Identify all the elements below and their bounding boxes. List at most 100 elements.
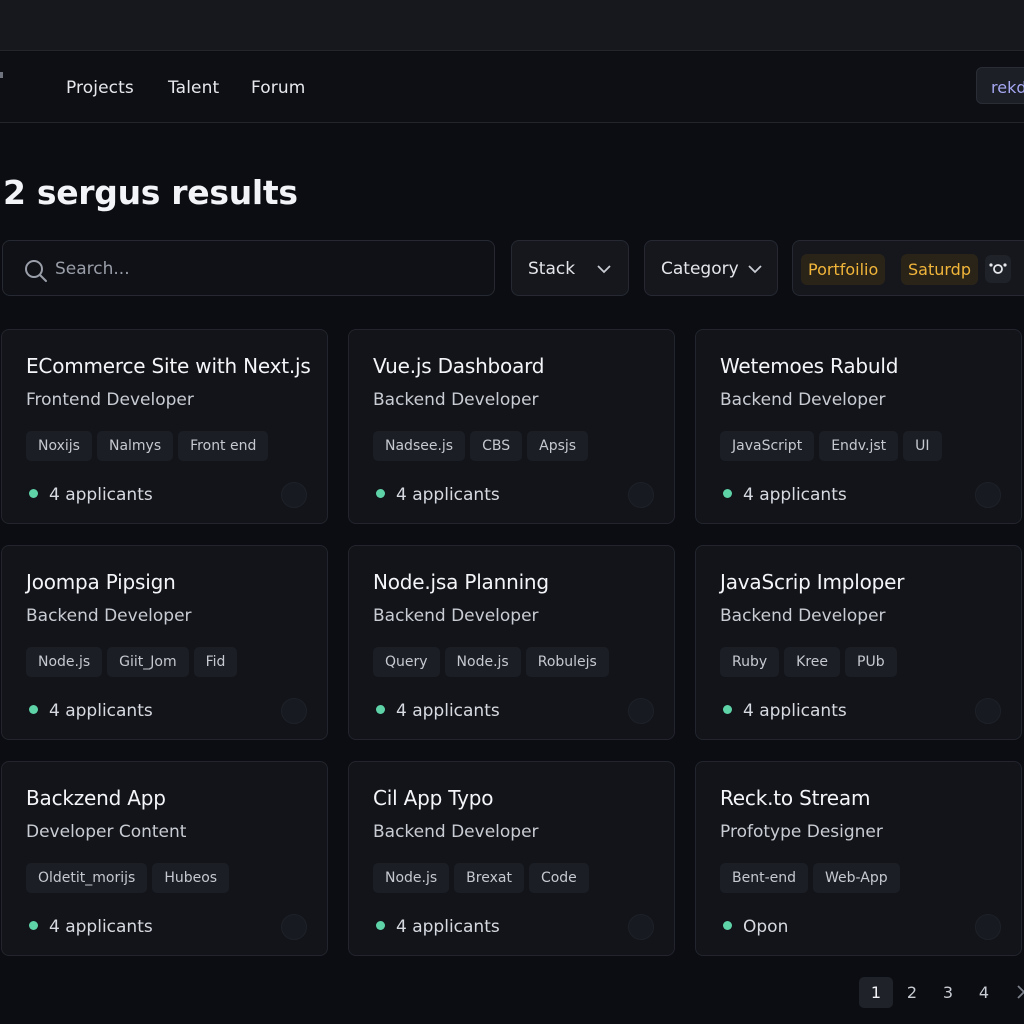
card-title: ECommerce Site with Next.js (26, 354, 311, 378)
card-tags: Bent-end Web-App (720, 863, 900, 893)
status-dot (723, 705, 732, 714)
status-dot (723, 489, 732, 498)
card-title: Cil App Typo (373, 786, 494, 810)
tag[interactable]: Robulejs (525, 647, 609, 677)
tag[interactable]: Apsjs (527, 431, 589, 461)
page-4-button[interactable]: 4 (967, 977, 1001, 1008)
project-card[interactable]: JavaScrip Imploper Backend Developer Rub… (695, 545, 1022, 740)
results-title: 2 sergus results (3, 173, 298, 212)
project-card[interactable]: Joompa Pipsign Backend Developer Node.js… (1, 545, 328, 740)
status-dot (376, 921, 385, 930)
tag[interactable]: Fid (193, 647, 238, 677)
card-tags: Nadsee.js CBS Apsjs (373, 431, 589, 461)
tag[interactable]: UI (903, 431, 942, 461)
page-3-button[interactable]: 3 (931, 977, 965, 1008)
applicants-count: 4 applicants (396, 917, 500, 937)
card-action-button[interactable] (628, 482, 654, 508)
search-icon (25, 260, 47, 282)
card-role: Backend Developer (373, 822, 539, 842)
tag[interactable]: Node.js (26, 647, 103, 677)
project-card[interactable]: Cil App Typo Backend Developer Node.js B… (348, 761, 675, 956)
card-title: Joompa Pipsign (26, 570, 176, 594)
status-dot (376, 705, 385, 714)
card-action-button[interactable] (281, 698, 307, 724)
status-dot (723, 921, 732, 930)
tag[interactable]: PUb (845, 647, 897, 677)
card-action-button[interactable] (281, 914, 307, 940)
card-title: Reck.to Stream (720, 786, 871, 810)
project-card[interactable]: Reck.to Stream Profotype Designer Bent-e… (695, 761, 1022, 956)
filter-pill-portfolio[interactable]: Portfoilio (801, 254, 886, 285)
card-tags: Node.js Brexat Code (373, 863, 589, 893)
card-action-button[interactable] (628, 698, 654, 724)
card-title: Wetemoes Rabuld (720, 354, 899, 378)
card-action-button[interactable] (628, 914, 654, 940)
card-title: Vue.js Dashboard (373, 354, 545, 378)
card-status: 4 applicants (723, 701, 847, 721)
card-status: 4 applicants (376, 701, 500, 721)
page-2-button[interactable]: 2 (895, 977, 929, 1008)
tag[interactable]: Endv.jst (819, 431, 899, 461)
card-status: 4 applicants (376, 917, 500, 937)
card-title: JavaScrip Imploper (720, 570, 905, 594)
tag[interactable]: Ruby (720, 647, 780, 677)
card-title: Node.jsa Planning (373, 570, 549, 594)
tag[interactable]: Web-App (813, 863, 900, 893)
nav-link-forum[interactable]: Forum (251, 78, 305, 98)
card-role: Backend Developer (373, 606, 539, 626)
tag[interactable]: Code (528, 863, 589, 893)
tag[interactable]: Giit_Jom (107, 647, 189, 677)
project-card[interactable]: Node.jsa Planning Backend Developer Quer… (348, 545, 675, 740)
tag[interactable]: Bent-end (720, 863, 809, 893)
applicants-count: 4 applicants (49, 917, 153, 937)
tag[interactable]: Query (373, 647, 440, 677)
active-filters: Portfoilio Saturdp (792, 240, 1024, 296)
tag[interactable]: JavaScript (720, 431, 815, 461)
card-tags: Query Node.js Robulejs (373, 647, 609, 677)
search-input[interactable] (55, 256, 475, 282)
card-role: Frontend Developer (26, 390, 194, 410)
project-card[interactable]: Backzend App Developer Content Oldetit_m… (1, 761, 328, 956)
chevron-right-icon[interactable] (1015, 985, 1024, 999)
chevron-down-icon (748, 265, 762, 274)
tag[interactable]: Nadsee.js (373, 431, 466, 461)
tag[interactable]: Nalmys (96, 431, 174, 461)
project-card[interactable]: Wetemoes Rabuld Backend Developer JavaSc… (695, 329, 1022, 524)
applicants-count: Opon (743, 917, 789, 937)
status-dot (29, 489, 38, 498)
nav-link-projects[interactable]: Projects (66, 78, 134, 98)
nav-link-talent[interactable]: Talent (168, 78, 219, 98)
card-tags: Node.js Giit_Jom Fid (26, 647, 238, 677)
page-1-button[interactable]: 1 (859, 977, 893, 1008)
tag[interactable]: Noxijs (26, 431, 92, 461)
tag[interactable]: Front end (178, 431, 269, 461)
card-action-button[interactable] (975, 914, 1001, 940)
filter-options-icon[interactable] (985, 255, 1011, 283)
tag[interactable]: Node.js (373, 863, 450, 893)
tag[interactable]: Node.js (444, 647, 521, 677)
search-box (2, 240, 495, 296)
category-dropdown[interactable]: Category (644, 240, 778, 296)
status-dot (29, 705, 38, 714)
project-card[interactable]: Vue.js Dashboard Backend Developer Nadse… (348, 329, 675, 524)
card-role: Backend Developer (720, 390, 886, 410)
main-nav: Projects Talent Forum rekd (0, 52, 1024, 123)
tag[interactable]: Oldetit_morijs (26, 863, 148, 893)
tag[interactable]: Brexat (454, 863, 524, 893)
project-card[interactable]: ECommerce Site with Next.js Frontend Dev… (1, 329, 328, 524)
card-role: Backend Developer (26, 606, 192, 626)
card-action-button[interactable] (975, 482, 1001, 508)
tag[interactable]: CBS (470, 431, 523, 461)
card-action-button[interactable] (975, 698, 1001, 724)
category-dropdown-label: Category (661, 259, 739, 279)
card-title: Backzend App (26, 786, 166, 810)
card-role: Backend Developer (720, 606, 886, 626)
card-status: 4 applicants (29, 485, 153, 505)
card-action-button[interactable] (281, 482, 307, 508)
tag[interactable]: Kree (784, 647, 841, 677)
stack-dropdown[interactable]: Stack (511, 240, 629, 296)
nav-right-button[interactable]: rekd (976, 67, 1024, 104)
card-tags: JavaScript Endv.jst UI (720, 431, 942, 461)
filter-pill-saturdp[interactable]: Saturdp (901, 254, 978, 285)
tag[interactable]: Hubeos (152, 863, 230, 893)
